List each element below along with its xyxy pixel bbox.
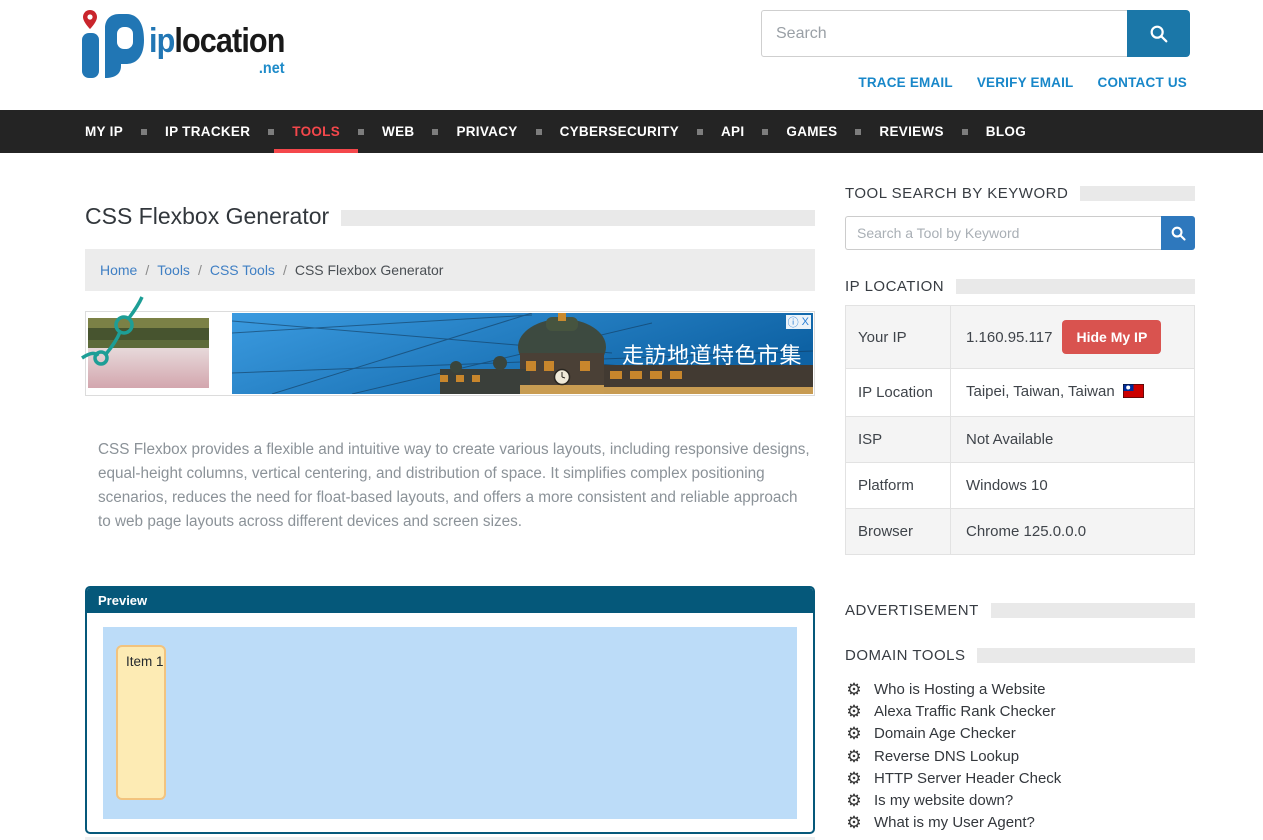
hide-my-ip-button[interactable]: Hide My IP: [1062, 320, 1161, 354]
nav-reviews[interactable]: REVIEWS: [861, 110, 961, 153]
logo-ip-monogram-icon: [78, 8, 146, 80]
ad-main-image: 走訪地道特色市集: [232, 313, 813, 394]
main-nav: MY IP IP TRACKER TOOLS WEB PRIVACY CYBER…: [0, 110, 1263, 153]
isp-value: Not Available: [951, 417, 1195, 463]
contact-us-link[interactable]: CONTACT US: [1098, 75, 1188, 90]
taiwan-flag-icon: [1123, 384, 1144, 402]
breadcrumb-tools[interactable]: Tools: [157, 262, 190, 278]
svg-text:走訪地道特色市集: 走訪地道特色市集: [622, 343, 802, 368]
title-decorative-bar: [341, 210, 815, 226]
ip-location-value: Taipei, Taiwan, Taiwan: [966, 383, 1115, 400]
tool-search-input[interactable]: [845, 216, 1161, 250]
your-ip-value: 1.160.95.117: [966, 329, 1052, 346]
list-item: ⚙Is my website down?: [845, 789, 1195, 811]
header-search: [761, 10, 1190, 57]
breadcrumb-home[interactable]: Home: [100, 262, 137, 278]
logo-wordmark: iplocation .net: [149, 24, 285, 77]
search-icon: [1170, 225, 1187, 242]
table-row: ISP Not Available: [846, 417, 1195, 463]
flex-preview-item[interactable]: Item 1: [116, 645, 166, 800]
flex-preview-container: Item 1: [103, 627, 797, 819]
list-item: ⚙Reverse DNS Lookup: [845, 745, 1195, 767]
ad-thumbnail-image: [88, 296, 209, 388]
tool-description: CSS Flexbox provides a flexible and intu…: [85, 438, 810, 534]
gear-icon: ⚙: [845, 791, 863, 810]
breadcrumb: Home / Tools / CSS Tools / CSS Flexbox G…: [85, 249, 815, 291]
gear-icon: ⚙: [845, 747, 863, 766]
ip-location-heading: IP LOCATION: [845, 278, 944, 295]
nav-cybersecurity[interactable]: CYBERSECURITY: [542, 110, 697, 153]
sidebar: TOOL SEARCH BY KEYWORD IP LOCATION Your …: [845, 153, 1195, 840]
search-icon: [1148, 23, 1170, 45]
verify-email-link[interactable]: VERIFY EMAIL: [977, 75, 1074, 90]
site-search-input[interactable]: [761, 10, 1127, 57]
nav-games[interactable]: GAMES: [768, 110, 855, 153]
list-item: ⚙Domain Age Checker: [845, 723, 1195, 745]
site-search-button[interactable]: [1127, 10, 1190, 57]
nav-my-ip[interactable]: MY IP: [85, 110, 141, 153]
site-header: iplocation .net TRACE EMAIL VERIFY EMAIL…: [0, 0, 1263, 110]
table-row: IP Location Taipei, Taiwan, Taiwan: [846, 369, 1195, 417]
header-links: TRACE EMAIL VERIFY EMAIL CONTACT US: [858, 75, 1187, 90]
table-row: Your IP 1.160.95.117Hide My IP: [846, 306, 1195, 369]
breadcrumb-css-tools[interactable]: CSS Tools: [210, 262, 275, 278]
nav-tools[interactable]: TOOLS: [274, 110, 358, 153]
ad-info-icon: ⓘ: [788, 314, 799, 330]
trace-email-link[interactable]: TRACE EMAIL: [858, 75, 952, 90]
list-item: ⚙HTTP Server Header Check: [845, 767, 1195, 789]
gear-icon: ⚙: [845, 702, 863, 721]
list-item: ⚙Who is Hosting a Website: [845, 678, 1195, 700]
breadcrumb-current: CSS Flexbox Generator: [295, 262, 444, 278]
tool-search: [845, 216, 1195, 250]
list-item: ⚙What is my User Agent?: [845, 812, 1195, 834]
gear-icon: ⚙: [845, 813, 863, 832]
tool-search-button[interactable]: [1161, 216, 1195, 250]
nav-privacy[interactable]: PRIVACY: [438, 110, 535, 153]
advertisement-heading: ADVERTISEMENT: [845, 602, 979, 619]
gear-icon: ⚙: [845, 680, 863, 699]
tool-search-heading: TOOL SEARCH BY KEYWORD: [845, 185, 1068, 202]
gear-icon: ⚙: [845, 769, 863, 788]
logo[interactable]: iplocation .net: [78, 8, 300, 80]
nav-blog[interactable]: BLOG: [968, 110, 1044, 153]
list-item: ⚙Alexa Traffic Rank Checker: [845, 700, 1195, 722]
browser-value: Chrome 125.0.0.0: [951, 509, 1195, 555]
ad-close-icon: X: [802, 316, 809, 328]
preview-panel: Preview Item 1: [85, 586, 815, 834]
domain-tools-list: ⚙Who is Hosting a Website ⚙Alexa Traffic…: [845, 678, 1195, 834]
platform-value: Windows 10: [951, 463, 1195, 509]
table-row: Browser Chrome 125.0.0.0: [846, 509, 1195, 555]
ad-banner[interactable]: 走訪地道特色市集 ⓘX: [85, 311, 815, 396]
ad-choices-badge[interactable]: ⓘX: [786, 315, 811, 329]
gear-icon: ⚙: [845, 724, 863, 743]
domain-tools-heading: DOMAIN TOOLS: [845, 647, 965, 664]
nav-ip-tracker[interactable]: IP TRACKER: [147, 110, 268, 153]
nav-api[interactable]: API: [703, 110, 762, 153]
nav-web[interactable]: WEB: [364, 110, 432, 153]
table-row: Platform Windows 10: [846, 463, 1195, 509]
page-title: CSS Flexbox Generator: [85, 203, 329, 230]
ip-location-table: Your IP 1.160.95.117Hide My IP IP Locati…: [845, 305, 1195, 555]
preview-panel-header: Preview: [87, 588, 813, 613]
